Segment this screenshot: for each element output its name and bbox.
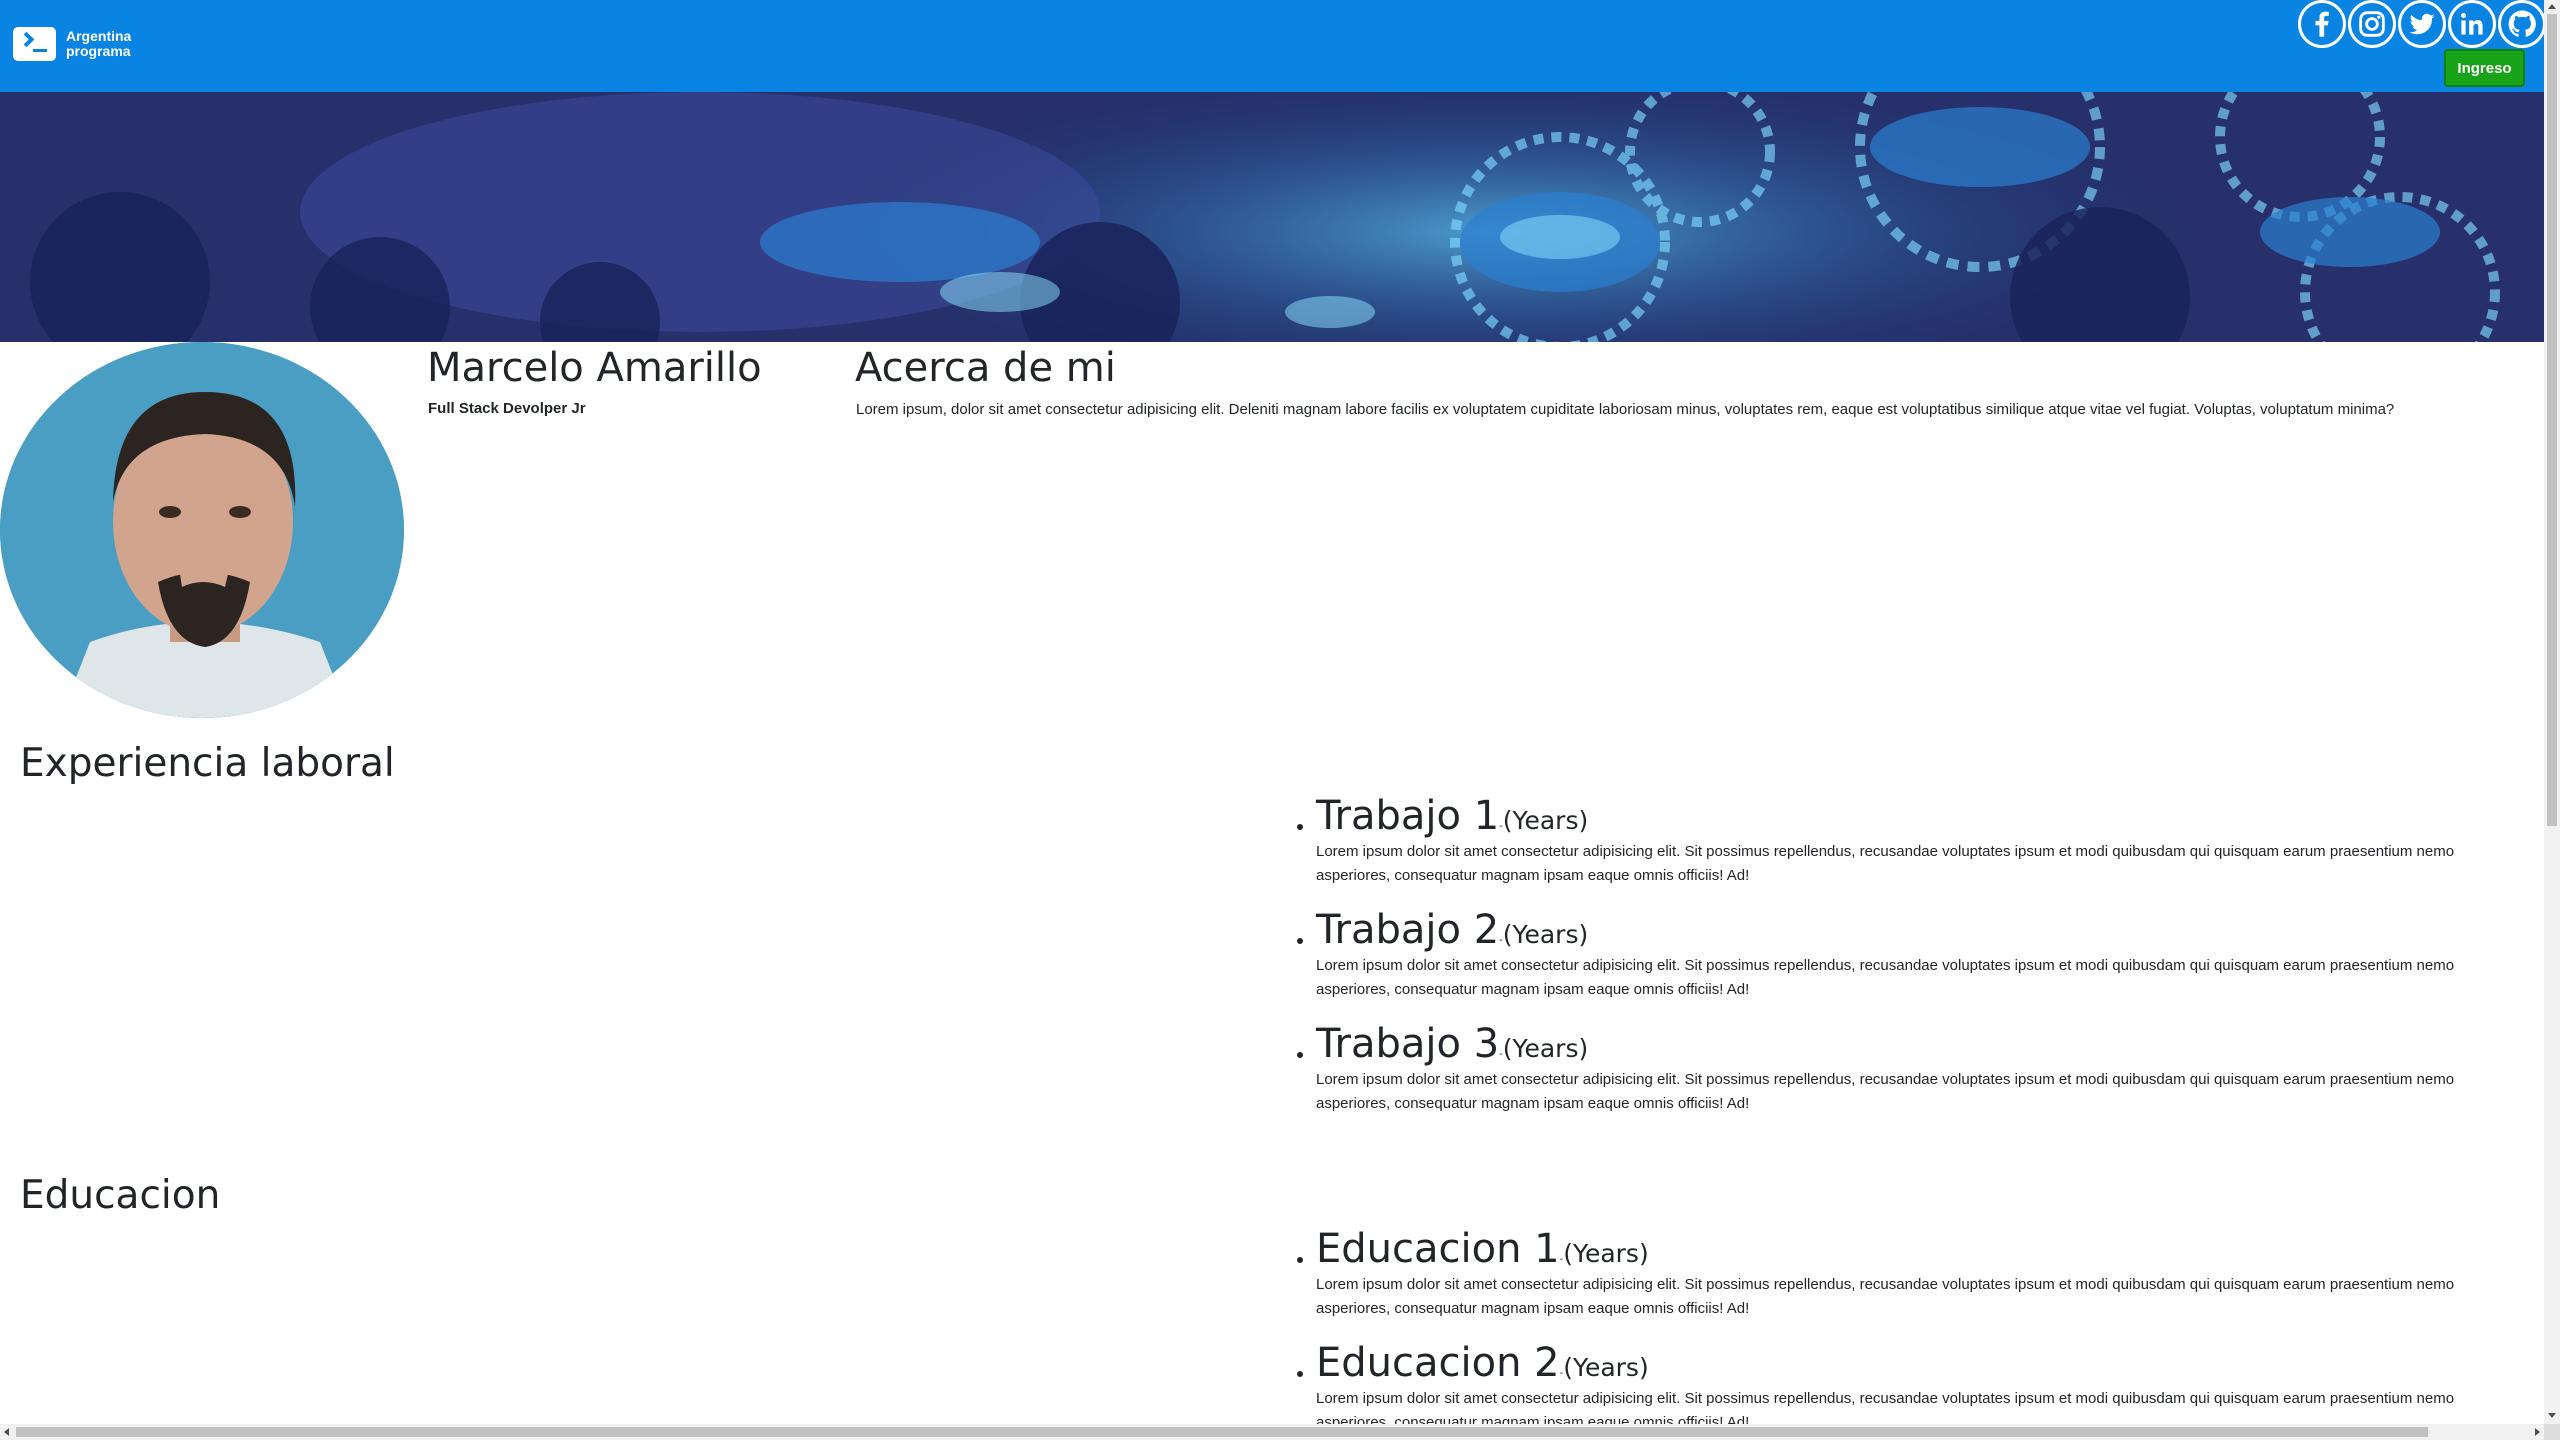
item-years: (Years) (1502, 1034, 1589, 1063)
twitter-icon[interactable] (2398, 0, 2446, 48)
profile-name: Marcelo Amarillo (427, 345, 762, 391)
item-description: Lorem ipsum dolor sit amet consectetur a… (1316, 1276, 2455, 1317)
item-years: (Years) (1502, 806, 1589, 835)
about-text: Lorem ipsum, dolor sit amet consectetur … (856, 401, 2395, 418)
item-years: (Years) (1563, 1239, 1649, 1268)
brand-name: Argentina programa (66, 28, 132, 59)
list-item: Educacion 1-(Years) Lorem ipsum dolor si… (1297, 1225, 2511, 1321)
profile-photo (0, 342, 404, 718)
item-title: Trabajo 3 (1316, 1021, 1500, 1067)
list-item: Trabajo 1-(Years) Lorem ipsum dolor sit … (1297, 792, 2511, 888)
github-icon[interactable] (2498, 0, 2546, 48)
list-item: Trabajo 2-(Years) Lorem ipsum dolor sit … (1297, 906, 2511, 1002)
item-description: Lorem ipsum dolor sit amet consectetur a… (1316, 843, 2455, 884)
education-title: Educacion (20, 1173, 221, 1218)
item-years: (Years) (1563, 1353, 1649, 1382)
scroll-up-icon[interactable] (2548, 4, 2556, 9)
education-list: Educacion 1-(Years) Lorem ipsum dolor si… (1296, 1225, 2511, 1453)
scroll-down-icon[interactable] (2548, 1413, 2556, 1418)
login-button[interactable]: Ingreso (2444, 49, 2525, 87)
profile-role: Full Stack Devolper Jr (428, 400, 586, 417)
experience-list: Trabajo 1-(Years) Lorem ipsum dolor sit … (1296, 792, 2511, 1134)
navbar: Argentina programa Ingreso (0, 0, 2546, 92)
linkedin-icon[interactable] (2448, 0, 2496, 48)
item-title: Trabajo 1 (1316, 793, 1500, 839)
instagram-icon[interactable] (2348, 0, 2396, 48)
scrollbar-corner (2544, 1424, 2560, 1440)
item-title: Educacion 1 (1316, 1226, 1560, 1272)
about-title: Acerca de mi (855, 345, 1116, 391)
social-links (2298, 0, 2546, 48)
scroll-left-icon[interactable] (4, 1428, 9, 1436)
item-title: Trabajo 2 (1316, 907, 1500, 953)
item-years: (Years) (1502, 920, 1589, 949)
scrollbar-thumb[interactable] (16, 1427, 2428, 1437)
banner-image (0, 92, 2544, 342)
brand-logo[interactable]: Argentina programa (13, 27, 146, 61)
terminal-icon (13, 27, 56, 61)
item-title: Educacion 2 (1316, 1340, 1560, 1386)
item-description: Lorem ipsum dolor sit amet consectetur a… (1316, 1071, 2455, 1112)
scroll-right-icon[interactable] (2535, 1428, 2540, 1436)
experience-title: Experiencia laboral (20, 741, 395, 786)
item-description: Lorem ipsum dolor sit amet consectetur a… (1316, 957, 2455, 998)
horizontal-scrollbar[interactable] (0, 1424, 2544, 1440)
facebook-icon[interactable] (2298, 0, 2346, 48)
list-item: Educacion 2-(Years) Lorem ipsum dolor si… (1297, 1339, 2511, 1435)
vertical-scrollbar[interactable] (2544, 0, 2560, 1440)
scrollbar-thumb[interactable] (2547, 14, 2557, 826)
list-item: Trabajo 3-(Years) Lorem ipsum dolor sit … (1297, 1020, 2511, 1116)
